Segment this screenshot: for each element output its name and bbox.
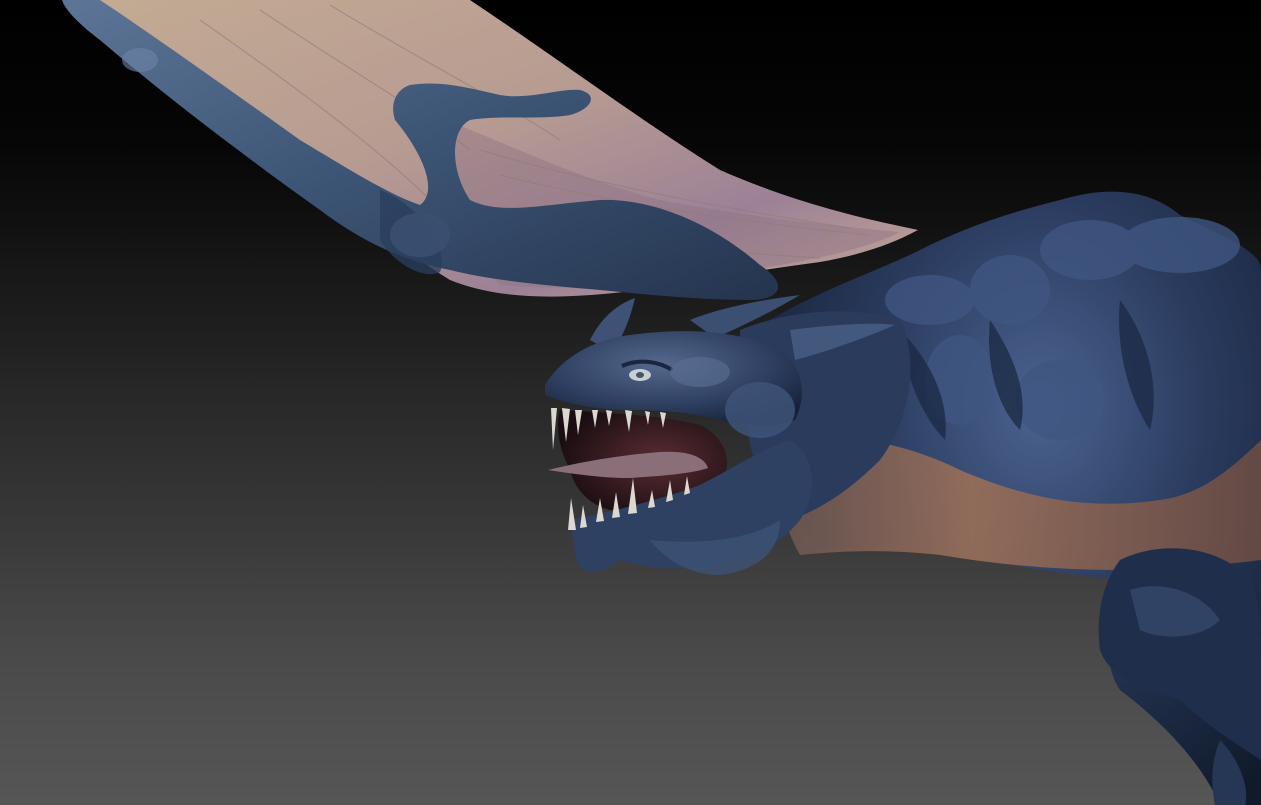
body xyxy=(770,191,1261,805)
dragon-render xyxy=(62,0,1261,805)
wing xyxy=(62,0,918,300)
viewport-canvas xyxy=(0,0,1261,805)
